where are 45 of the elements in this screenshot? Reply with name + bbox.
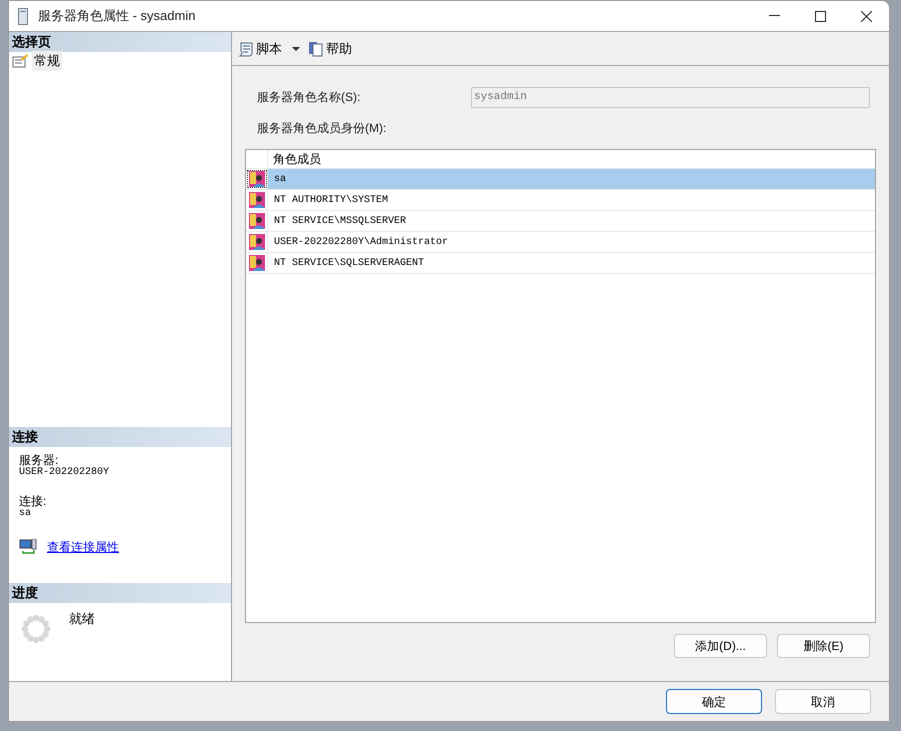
properties-icon: [12, 54, 28, 68]
script-button[interactable]: 脚本: [238, 38, 304, 58]
user-icon: [248, 192, 264, 208]
column-header[interactable]: 角色成员: [268, 150, 326, 168]
progress-status: 就绪: [69, 610, 95, 628]
member-row[interactable]: NT SERVICE\MSSQLSERVER: [246, 211, 875, 232]
member-name: NT SERVICE\MSSQLSERVER: [273, 214, 408, 229]
section-header: 选择页: [9, 32, 231, 52]
connection-label: 连接:: [19, 495, 48, 508]
maximize-icon: [814, 10, 826, 22]
connection-properties-link[interactable]: 查看连接属性: [47, 538, 119, 556]
members-label: 服务器角色成员身份(M):: [257, 120, 388, 137]
member-name: NT AUTHORITY\SYSTEM: [273, 194, 390, 208]
member-name: sa: [273, 173, 288, 187]
spinner-icon: [21, 614, 51, 644]
member-row[interactable]: USER-202202280Y\Administrator: [246, 232, 875, 253]
network-icon: [19, 539, 37, 555]
member-name: USER-202202280Y\Administrator: [273, 236, 450, 250]
help-button[interactable]: 帮助: [308, 38, 352, 58]
server-name: USER-202202280Y: [19, 467, 110, 479]
ok-button[interactable]: 确定: [666, 689, 762, 714]
connection-name: sa: [19, 508, 32, 520]
scroll-icon: [238, 40, 254, 56]
user-icon: [248, 255, 264, 271]
user-icon: [248, 171, 264, 187]
add-button[interactable]: 添加(D)...: [674, 634, 767, 658]
server-label: 服务器:: [19, 454, 60, 467]
minimize-icon: [768, 15, 780, 17]
member-row[interactable]: NT SERVICE\SQLSERVERAGENT: [246, 253, 875, 274]
close-icon: [860, 10, 872, 22]
window-title: 服务器角色属性 - sysadmin: [38, 7, 196, 26]
user-icon: [248, 213, 264, 229]
cancel-button[interactable]: 取消: [775, 689, 871, 714]
caret-icon: [292, 46, 300, 50]
section-header: 进度: [9, 583, 231, 603]
user-icon: [248, 234, 264, 250]
page-item[interactable]: 常规: [9, 52, 231, 70]
server-icon: [18, 8, 28, 24]
document-icon: [308, 40, 324, 56]
remove-button[interactable]: 删除(E): [777, 634, 870, 658]
member-name: NT SERVICE\SQLSERVERAGENT: [273, 256, 426, 271]
member-row[interactable]: NT AUTHORITY\SYSTEM: [246, 190, 875, 211]
role-name-label: 服务器角色名称(S):: [257, 89, 362, 106]
member-row[interactable]: sa: [246, 169, 875, 190]
section-header: 连接: [9, 427, 231, 447]
